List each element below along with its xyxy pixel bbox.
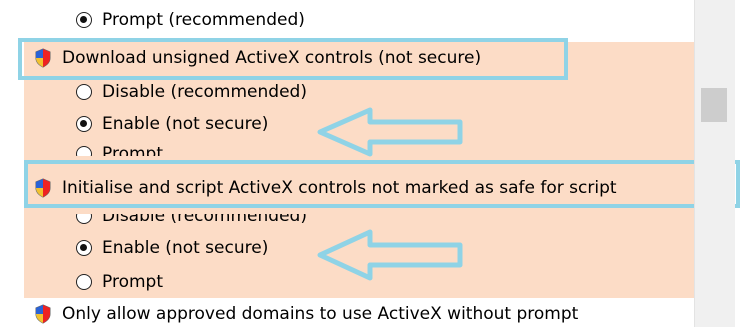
left-arrow-icon: [317, 107, 463, 157]
option-label: Prompt: [102, 144, 163, 156]
vertical-scrollbar[interactable]: [694, 0, 735, 327]
internet-settings-panel: Prompt (recommended) Download unsigned A…: [0, 0, 740, 327]
setting-title: Only allow approved domains to use Activ…: [62, 304, 579, 324]
left-arrow-icon: [317, 229, 463, 281]
callout-download-unsigned: [18, 38, 568, 80]
option-download-prompt[interactable]: Prompt: [76, 142, 163, 156]
option-initialise-enable[interactable]: Enable (not secure): [76, 236, 268, 260]
option-label: Prompt (recommended): [102, 10, 305, 30]
option-download-disable[interactable]: Disable (recommended): [76, 80, 307, 104]
radio-unselected[interactable]: [76, 214, 92, 224]
radio-selected[interactable]: [76, 12, 92, 28]
option-label: Enable (not secure): [102, 238, 269, 258]
radio-unselected[interactable]: [76, 84, 92, 100]
callout-initialise-script: [24, 160, 740, 208]
option-initialise-prompt[interactable]: Prompt: [76, 270, 163, 294]
setting-approved-domains[interactable]: Only allow approved domains to use Activ…: [34, 302, 578, 326]
shield-icon: [35, 304, 51, 324]
option-initialise-disable[interactable]: Disable (recommended): [76, 214, 307, 226]
option-label: Enable (not secure): [102, 114, 269, 134]
radio-unselected[interactable]: [76, 146, 92, 156]
option-download-enable[interactable]: Enable (not secure): [76, 112, 268, 136]
radio-selected[interactable]: [76, 116, 92, 132]
option-label: Disable (recommended): [102, 82, 307, 102]
option-prompt-recommended[interactable]: Prompt (recommended): [76, 8, 305, 32]
option-label: Prompt: [102, 272, 163, 292]
option-label: Disable (recommended): [102, 214, 307, 226]
scrollbar-thumb[interactable]: [701, 88, 727, 122]
radio-unselected[interactable]: [76, 274, 92, 290]
radio-selected[interactable]: [76, 240, 92, 256]
